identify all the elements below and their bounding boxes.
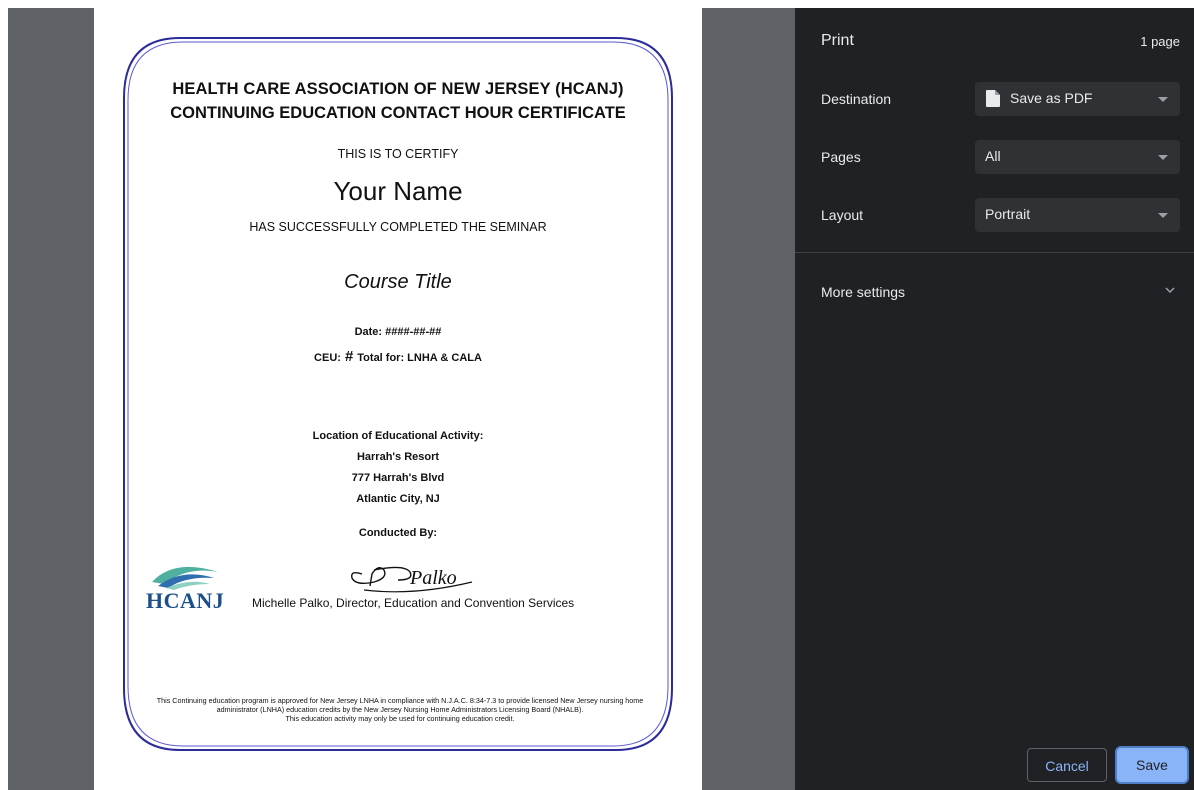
destination-select[interactable]: Save as PDF — [975, 82, 1180, 116]
location-line2: 777 Harrah's Blvd — [351, 472, 445, 484]
print-settings-panel: Print 1 page Destination Save as PDF Pag… — [795, 8, 1194, 790]
disclaimer-line2: This education activity may only be used… — [285, 714, 515, 723]
more-settings-toggle[interactable]: More settings — [795, 274, 1194, 314]
layout-value: Portrait — [985, 206, 1031, 222]
certificate-header-line2: CONTINUING EDUCATION CONTACT HOUR CERTIF… — [170, 104, 626, 122]
pages-label: Pages — [821, 149, 861, 165]
dropdown-arrow-icon — [1158, 213, 1168, 218]
panel-divider — [795, 252, 1194, 253]
save-button[interactable]: Save — [1117, 748, 1187, 782]
chevron-down-icon — [1165, 287, 1175, 294]
disclaimer: This Continuing education program is app… — [146, 696, 654, 723]
location-line1: Harrah's Resort — [356, 451, 440, 463]
ceu-line: CEU: # Total for: LNHA & CALA — [94, 348, 702, 365]
layout-label: Layout — [821, 207, 864, 223]
more-settings-label: More settings — [821, 284, 906, 300]
page-count: 1 page — [1140, 34, 1180, 49]
document-icon — [986, 90, 1000, 107]
destination-label: Destination — [821, 91, 892, 107]
course-title: Course Title — [344, 271, 452, 293]
panel-title: Print — [821, 32, 854, 49]
signer-name: Michelle Palko, Director, Education and … — [252, 596, 575, 610]
svg-text:Palko: Palko — [409, 567, 457, 589]
dropdown-arrow-icon — [1158, 97, 1168, 102]
cancel-button[interactable]: Cancel — [1027, 748, 1107, 782]
date-line: Date: ####-##-## — [354, 326, 442, 338]
conducted-by-label: Conducted By: — [358, 527, 438, 539]
destination-value: Save as PDF — [1010, 90, 1093, 106]
pages-value: All — [985, 148, 1001, 164]
pages-select[interactable]: All — [975, 140, 1180, 174]
certificate-header-line1: HEALTH CARE ASSOCIATION OF NEW JERSEY (H… — [172, 80, 624, 98]
certificate-border — [123, 37, 673, 751]
completed-text: HAS SUCCESSFULLY COMPLETED THE SEMINAR — [249, 220, 547, 234]
hcanj-logo-text: HCANJ — [146, 588, 225, 613]
ceu-prefix: CEU: — [314, 352, 341, 364]
ceu-suffix: Total for: LNHA & CALA — [357, 352, 482, 364]
certify-text: THIS IS TO CERTIFY — [337, 147, 459, 161]
dropdown-arrow-icon — [1158, 155, 1168, 160]
window-edge — [0, 0, 8, 790]
certificate-page: HEALTH CARE ASSOCIATION OF NEW JERSEY (H… — [94, 8, 702, 790]
location-line3: Atlantic City, NJ — [356, 493, 440, 505]
location-label: Location of Educational Activity: — [312, 430, 484, 442]
ceu-hash: # — [344, 348, 354, 365]
signature: Palko — [351, 566, 473, 593]
recipient-name: Your Name — [333, 176, 463, 206]
disclaimer-line1: This Continuing education program is app… — [156, 696, 644, 714]
layout-select[interactable]: Portrait — [975, 198, 1180, 232]
